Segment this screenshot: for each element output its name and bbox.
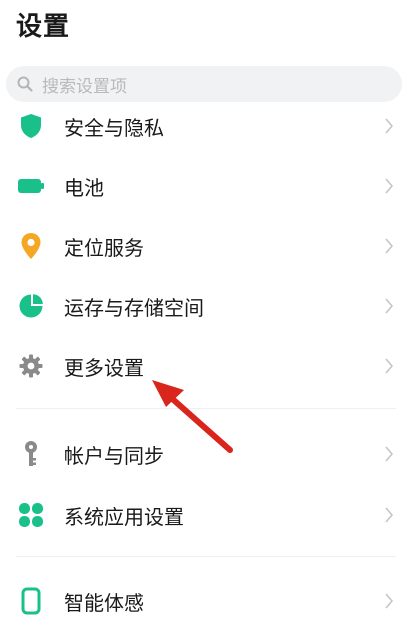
apps-grid-icon bbox=[16, 500, 46, 530]
section-divider bbox=[16, 408, 396, 409]
search-placeholder: 搜索设置项 bbox=[42, 76, 127, 97]
phone-icon bbox=[16, 586, 46, 616]
settings-item-security-privacy[interactable]: 安全与隐私 bbox=[0, 98, 412, 154]
settings-item-more-settings[interactable]: 更多设置 bbox=[0, 338, 412, 394]
settings-item-system-apps[interactable]: 系统应用设置 bbox=[0, 487, 412, 543]
settings-item-smart-motion[interactable]: 智能体感 bbox=[0, 573, 412, 629]
settings-item-label: 更多设置 bbox=[64, 355, 144, 380]
location-pin-icon bbox=[16, 231, 46, 261]
section-divider bbox=[16, 556, 396, 557]
chevron-right-icon bbox=[382, 444, 396, 464]
gear-icon bbox=[16, 351, 46, 381]
search-icon bbox=[16, 75, 34, 93]
settings-item-location[interactable]: 定位服务 bbox=[0, 218, 412, 274]
shield-icon bbox=[16, 111, 46, 141]
settings-item-label: 运存与存储空间 bbox=[64, 295, 204, 320]
settings-item-label: 电池 bbox=[64, 175, 104, 200]
battery-icon bbox=[16, 171, 46, 201]
key-icon bbox=[16, 439, 46, 469]
chevron-right-icon bbox=[382, 116, 396, 136]
settings-item-label: 定位服务 bbox=[64, 235, 144, 260]
settings-item-label: 系统应用设置 bbox=[64, 504, 184, 529]
settings-item-battery[interactable]: 电池 bbox=[0, 158, 412, 214]
page-title: 设置 bbox=[16, 12, 71, 42]
chevron-right-icon bbox=[382, 296, 396, 316]
chevron-right-icon bbox=[382, 505, 396, 525]
settings-item-memory-storage[interactable]: 运存与存储空间 bbox=[0, 278, 412, 334]
settings-item-label: 帐户与同步 bbox=[64, 443, 164, 468]
chevron-right-icon bbox=[382, 176, 396, 196]
chevron-right-icon bbox=[382, 591, 396, 611]
pie-chart-icon bbox=[16, 291, 46, 321]
settings-item-label: 安全与隐私 bbox=[64, 115, 164, 140]
settings-item-label: 智能体感 bbox=[64, 590, 144, 615]
search-input[interactable]: 搜索设置项 bbox=[6, 66, 402, 102]
chevron-right-icon bbox=[382, 236, 396, 256]
settings-item-accounts-sync[interactable]: 帐户与同步 bbox=[0, 426, 412, 482]
chevron-right-icon bbox=[382, 356, 396, 376]
